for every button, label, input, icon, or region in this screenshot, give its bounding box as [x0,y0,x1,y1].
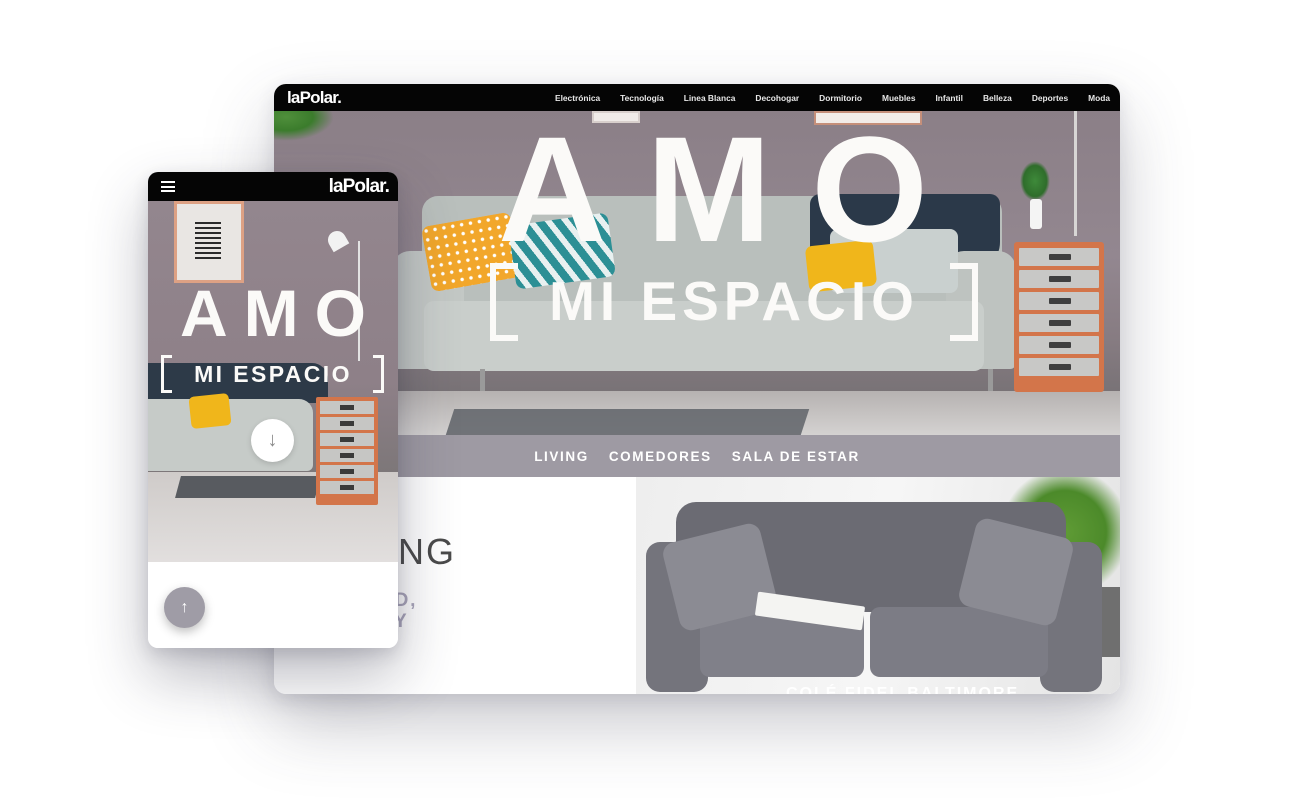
sofa-leg [480,369,485,391]
mobile-mockup: laPolar. AMO MI ESPACIO ↓ ↑ [148,172,398,648]
hero-title: AMO [498,111,968,273]
menu-item-tecnologia[interactable]: Tecnología [620,93,664,103]
pillow-yellow [188,392,232,430]
hero-title: AMO [180,276,382,350]
desktop-hero-banner: AMO MI ESPACIO [274,111,1120,435]
living-section: NG NALIDAD, Y DISEÑO COLÉ FIDEL BALTIMOR… [274,477,1120,694]
product-caption: COLÉ FIDEL BALTIMORE [786,685,1020,694]
product-photo-sofa[interactable]: COLÉ FIDEL BALTIMORE [636,477,1120,694]
floor-lamp [1074,111,1077,236]
plant-decoration [274,111,334,141]
rug [175,476,321,498]
menu-item-dormitorio[interactable]: Dormitorio [819,93,862,103]
category-bar: LIVING COMEDORES SALA DE ESTAR [274,435,1120,477]
menu-item-moda[interactable]: Moda [1088,93,1110,103]
vase [1030,199,1042,229]
sofa-leg [988,369,993,391]
rug [445,409,810,435]
hero-subtitle: MI ESPACIO [194,361,352,387]
wall-frame [174,201,244,283]
section-heading: NG [398,531,456,572]
mobile-navbar: laPolar. [148,172,398,201]
plant-decoration [1020,161,1050,201]
category-sala-de-estar[interactable]: SALA DE ESTAR [732,449,860,464]
dresser [1014,242,1104,392]
desktop-navbar: laPolar. Electrónica Tecnología Linea Bl… [274,84,1120,111]
mobile-content: ↑ [148,562,398,648]
menu-item-decohogar[interactable]: Decohogar [755,93,799,103]
back-to-top-button[interactable]: ↑ [164,587,205,628]
arrow-up-icon: ↑ [180,598,189,616]
desktop-main-menu: Electrónica Tecnología Linea Blanca Deco… [535,93,1110,103]
menu-item-electronica[interactable]: Electrónica [555,93,600,103]
desktop-logo[interactable]: laPolar. [287,88,342,108]
menu-item-deportes[interactable]: Deportes [1032,93,1068,103]
mobile-logo[interactable]: laPolar. [329,176,390,198]
hamburger-menu-icon[interactable] [161,181,175,192]
hero-subtitle: MI ESPACIO [549,270,919,332]
desktop-mockup: laPolar. Electrónica Tecnología Linea Bl… [274,84,1120,694]
mobile-hero-banner: AMO MI ESPACIO ↓ [148,201,398,562]
menu-item-linea-blanca[interactable]: Linea Blanca [684,93,736,103]
dresser [316,397,378,505]
menu-item-muebles[interactable]: Muebles [882,93,916,103]
arrow-down-icon: ↓ [267,429,278,451]
lamp-shade [324,227,350,253]
category-living[interactable]: LIVING [534,449,589,464]
menu-item-infantil[interactable]: Infantil [935,93,962,103]
category-comedores[interactable]: COMEDORES [609,449,712,464]
menu-item-belleza[interactable]: Belleza [983,93,1012,103]
scroll-down-button[interactable]: ↓ [251,419,294,462]
